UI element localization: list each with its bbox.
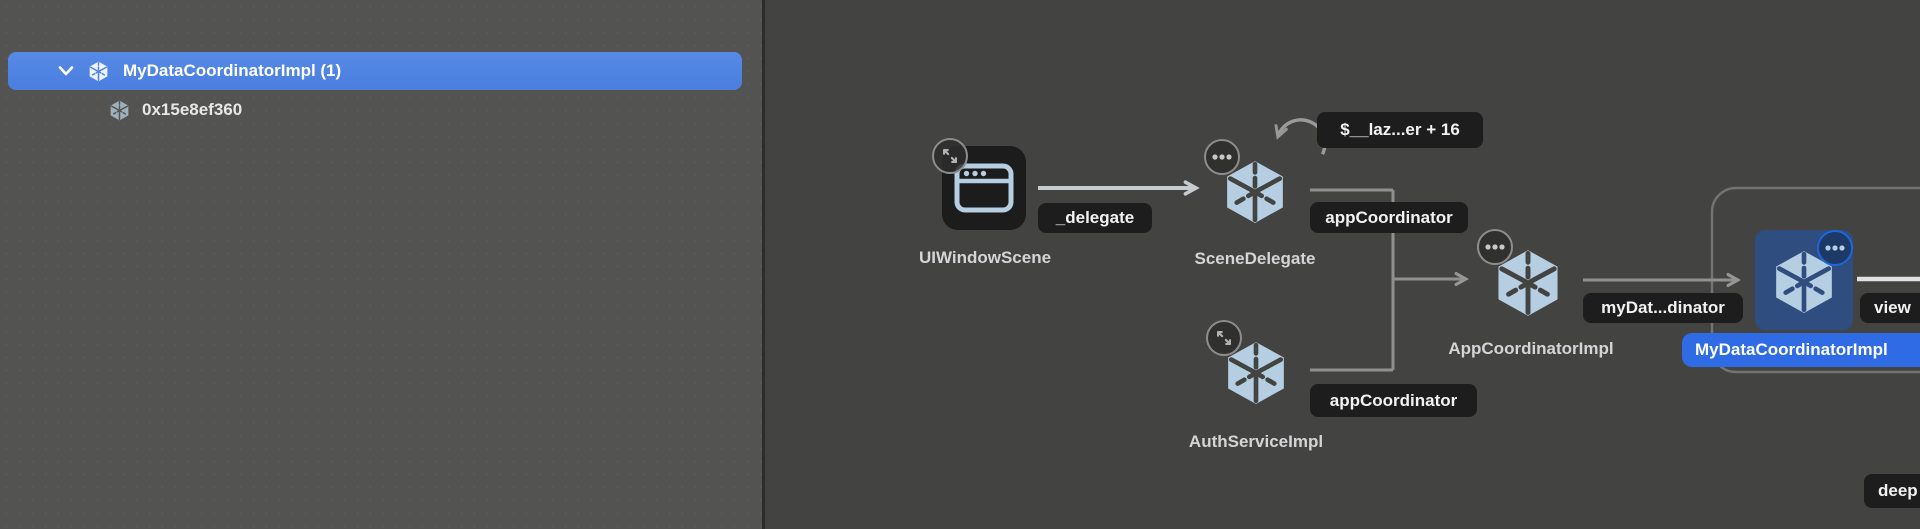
cube-icon bbox=[88, 61, 109, 82]
ellipsis-badge-icon[interactable] bbox=[1817, 230, 1853, 266]
edge-label-appcoordinator-1[interactable]: appCoordinator bbox=[1310, 202, 1468, 233]
node-label-authserviceimpl[interactable]: AuthServiceImpl bbox=[1131, 432, 1381, 452]
tree-item-label: MyDataCoordinatorImpl (1) bbox=[123, 61, 341, 81]
chevron-down-icon[interactable] bbox=[58, 65, 74, 77]
ellipsis-badge-icon[interactable] bbox=[1477, 229, 1513, 265]
ellipsis-badge-icon[interactable] bbox=[1204, 139, 1240, 175]
window-icon bbox=[954, 163, 1014, 213]
tree-row-mydatacoordinatorimpl[interactable]: MyDataCoordinatorImpl (1) bbox=[8, 52, 742, 90]
edge-label-lazy-storage[interactable]: $__laz...er + 16 bbox=[1317, 112, 1483, 148]
edge-label-delegate[interactable]: _delegate bbox=[1038, 203, 1152, 233]
edge-label-view[interactable]: view bbox=[1860, 293, 1920, 323]
debug-navigator-panel: MyDataCoordinatorImpl (1) 0x15e8ef360 bbox=[0, 0, 762, 529]
memory-graph-debugger: { "colors": { "selection_blue": "#4d82e2… bbox=[0, 0, 1920, 529]
expand-badge-icon[interactable] bbox=[932, 138, 968, 174]
memory-graph-canvas[interactable]: _delegate $__laz...er + 16 appCoordinato… bbox=[765, 0, 1920, 529]
expand-badge-icon[interactable] bbox=[1206, 320, 1242, 356]
tree-row-instance-address[interactable]: 0x15e8ef360 bbox=[0, 94, 762, 126]
edge-label-deep[interactable]: deep bbox=[1864, 474, 1920, 508]
cube-icon bbox=[109, 100, 130, 121]
edge-label-mydatacoordinator[interactable]: myDat...dinator bbox=[1583, 293, 1743, 323]
node-label-appcoordinatorimpl[interactable]: AppCoordinatorImpl bbox=[1406, 339, 1656, 359]
node-label-scenedelegate[interactable]: SceneDelegate bbox=[1130, 249, 1380, 269]
node-label-uiwindowscene[interactable]: UIWindowScene bbox=[860, 248, 1110, 268]
instance-address-label: 0x15e8ef360 bbox=[142, 100, 242, 120]
node-label-mydatacoordinatorimpl-selected[interactable]: MyDataCoordinatorImpl bbox=[1682, 333, 1920, 367]
edge-label-appcoordinator-2[interactable]: appCoordinator bbox=[1310, 384, 1477, 417]
